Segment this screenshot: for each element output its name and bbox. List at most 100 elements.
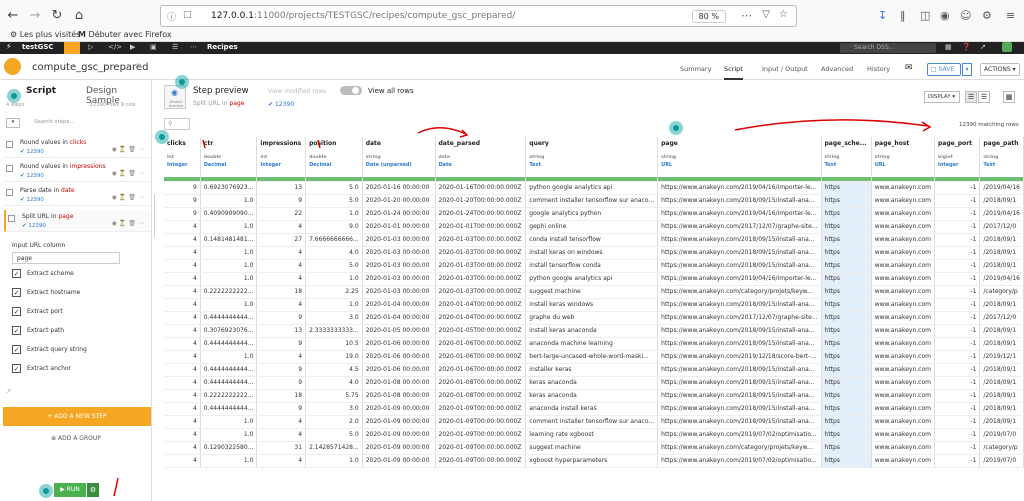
table-cell[interactable]: 0.4444444444... [200, 363, 258, 377]
column-meaning[interactable]: Text [825, 162, 868, 168]
column-meaning[interactable]: Decimal [204, 162, 254, 168]
table-cell[interactable]: https://www.anakeyn.com/2019/07/02/optim… [657, 428, 822, 442]
table-cell[interactable]: 2020-01-03T00:00:00.000Z [435, 272, 527, 286]
step-checkbox[interactable] [8, 215, 15, 222]
extract-hostname-checkbox[interactable]: ✓ [12, 288, 21, 297]
table-cell[interactable]: 9 [256, 363, 307, 377]
step-actions[interactable]: ◉⏳🗑⋯ [112, 146, 146, 153]
table-cell[interactable]: 0.3076923076... [200, 324, 258, 338]
table-cell[interactable]: 2020-01-03 00:00:00 [362, 272, 436, 286]
pocket-icon[interactable]: ▽ [762, 9, 770, 20]
table-cell[interactable]: 9 [164, 207, 201, 221]
play-icon[interactable]: ▶ [130, 43, 135, 51]
table-cell[interactable]: 5.0 [305, 428, 363, 442]
table-cell[interactable]: 2020-01-06 00:00:00 [362, 363, 436, 377]
extension-icon[interactable]: ◉ [940, 9, 950, 22]
table-cell[interactable]: 2020-01-01T00:00:00.000Z [435, 220, 527, 234]
table-cell[interactable]: /2017/12/0 [979, 311, 1024, 325]
table-cell[interactable]: 31 [256, 441, 307, 455]
table-cell[interactable]: 2020-01-20 00:00:00 [362, 194, 436, 208]
table-cell[interactable]: www.anakeyn.com [871, 246, 935, 260]
tab-script[interactable]: Script [724, 65, 743, 80]
dss-search-input[interactable]: Search DSS... [840, 43, 936, 53]
table-cell[interactable]: /category/p [979, 285, 1024, 299]
table-cell[interactable]: https://www.anakeyn.com/2018/09/15/insta… [657, 415, 822, 429]
table-cell[interactable]: https [821, 441, 872, 455]
table-cell[interactable]: 4 [256, 350, 307, 364]
column-meaning[interactable]: URL [875, 162, 931, 168]
table-cell[interactable]: 4 [164, 285, 201, 299]
table-cell[interactable]: 2020-01-09T00:00:00.000Z [435, 402, 527, 416]
table-cell[interactable]: 1.0 [200, 246, 258, 260]
bookmark-most-visited[interactable]: ⚙ Les plus visités [10, 30, 80, 39]
table-cell[interactable]: 2020-01-16T00:00:00.000Z [435, 181, 527, 195]
table-cell[interactable]: 0.4444444444... [200, 402, 258, 416]
table-cell[interactable]: keras anaconda [525, 389, 659, 403]
table-cell[interactable]: google analytics python [525, 207, 659, 221]
column-meaning[interactable]: Date (unparsed) [366, 162, 432, 168]
table-cell[interactable]: 2020-01-08T00:00:00.000Z [435, 389, 527, 403]
table-cell[interactable]: -1 [934, 441, 981, 455]
run-settings-icon[interactable]: ⚙ [87, 483, 99, 497]
table-cell[interactable]: -1 [934, 350, 981, 364]
table-cell[interactable]: www.anakeyn.com [871, 454, 935, 468]
table-cell[interactable]: python google analytics api [525, 272, 659, 286]
table-cell[interactable]: /2018/09/1 [979, 337, 1024, 351]
table-cell[interactable]: 4 [164, 363, 201, 377]
table-cell[interactable]: 4 [164, 428, 201, 442]
table-cell[interactable]: 4 [164, 337, 201, 351]
table-cell[interactable]: 4 [164, 233, 201, 247]
sidebar-icon[interactable]: ◫ [920, 9, 930, 22]
extract-anchor-checkbox[interactable]: ✓ [12, 364, 21, 373]
bookmark-getting-started[interactable]: M Débuter avec Firefox [78, 30, 172, 39]
table-cell[interactable]: 3.0 [305, 402, 363, 416]
flow-icon[interactable] [64, 42, 80, 54]
table-cell[interactable]: 2020-01-05T00:00:00.000Z [435, 324, 527, 338]
addon-icon[interactable]: ⚙ [982, 9, 992, 22]
table-cell[interactable]: 9 [256, 311, 307, 325]
step-round-impressions[interactable]: Round values in impressions ✔ 12390 ◉⏳🗑⋯ [4, 160, 150, 182]
run-button[interactable]: ▶ RUN [54, 483, 86, 497]
table-cell[interactable]: www.anakeyn.com [871, 194, 935, 208]
table-cell[interactable]: https [821, 402, 872, 416]
table-cell[interactable]: 18 [256, 285, 307, 299]
table-cell[interactable]: 4 [164, 220, 201, 234]
table-cell[interactable]: www.anakeyn.com [871, 233, 935, 247]
more-apps-icon[interactable]: ⋯ [190, 43, 197, 51]
table-cell[interactable]: https://www.anakeyn.com/2019/04/16/impor… [657, 272, 822, 286]
table-cell[interactable]: 2020-01-09 00:00:00 [362, 402, 436, 416]
table-cell[interactable]: 2020-01-09 00:00:00 [362, 415, 436, 429]
table-cell[interactable]: -1 [934, 233, 981, 247]
table-cell[interactable]: -1 [934, 259, 981, 273]
table-cell[interactable]: comment installer tensorflow sur anaco..… [525, 415, 659, 429]
table-cell[interactable]: 2020-01-01 00:00:00 [362, 220, 436, 234]
table-cell[interactable]: 4.5 [305, 363, 363, 377]
table-cell[interactable]: https://www.anakeyn.com/2018/09/15/insta… [657, 389, 822, 403]
table-cell[interactable]: 0.4090909090... [200, 207, 258, 221]
table-cell[interactable]: python google analytics api [525, 181, 659, 195]
table-cell[interactable]: 0.6923076923... [200, 181, 258, 195]
table-cell[interactable]: conda install tensorflow [525, 233, 659, 247]
table-cell[interactable]: -1 [934, 428, 981, 442]
column-meaning[interactable]: Text [529, 162, 654, 168]
project-name[interactable]: testGSC [22, 43, 54, 51]
table-cell[interactable]: 2020-01-05 00:00:00 [362, 324, 436, 338]
table-cell[interactable]: https [821, 350, 872, 364]
tab-summary[interactable]: Summary [680, 65, 711, 73]
table-cell[interactable]: https://www.anakeyn.com/2017/12/07/graph… [657, 311, 822, 325]
table-cell[interactable]: 5.0 [305, 259, 363, 273]
table-cell[interactable]: 2020-01-20T00:00:00.000Z [435, 194, 527, 208]
table-cell[interactable]: /2019/04/16 [979, 272, 1024, 286]
reload-icon[interactable]: ↻ [48, 7, 66, 25]
table-cell[interactable]: https://www.anakeyn.com/2017/12/07/graph… [657, 220, 822, 234]
table-cell[interactable]: 2020-01-24 00:00:00 [362, 207, 436, 221]
table-cell[interactable]: 9.0 [305, 220, 363, 234]
table-cell[interactable]: learning rate xgboost [525, 428, 659, 442]
table-cell[interactable]: 9 [256, 376, 307, 390]
step-parse-date[interactable]: Parse date in date ✔ 12390 ◉⏳🗑⋯ [4, 184, 150, 206]
table-cell[interactable]: gephi online [525, 220, 659, 234]
table-cell[interactable]: 2020-01-06T00:00:00.000Z [435, 350, 527, 364]
table-cell[interactable]: 2020-01-06 00:00:00 [362, 337, 436, 351]
extract-scheme-checkbox[interactable]: ✓ [12, 269, 21, 278]
table-cell[interactable]: https://www.anakeyn.com/2018/09/15/insta… [657, 233, 822, 247]
